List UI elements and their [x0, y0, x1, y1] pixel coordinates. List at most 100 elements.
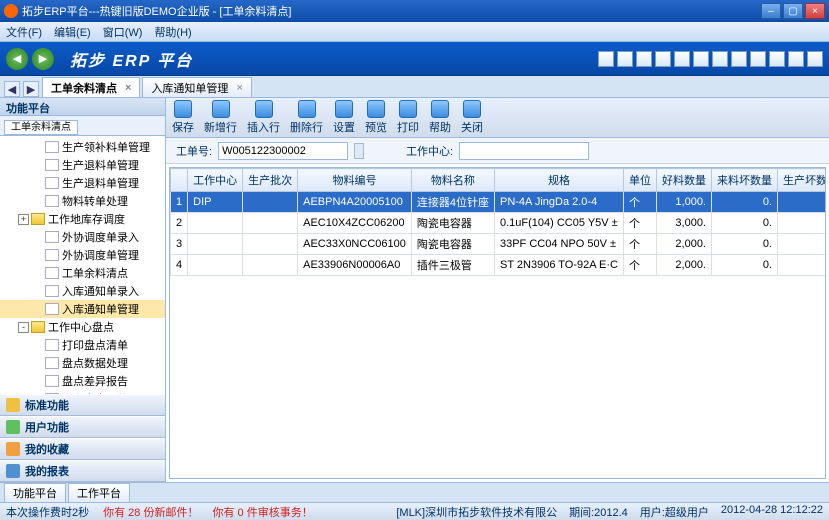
sidebar-section-bar[interactable]: 我的报表 — [0, 460, 165, 482]
status-approve[interactable]: 你有 0 件审核事务！ — [212, 504, 312, 520]
cell[interactable]: 陶瓷电容器 — [411, 234, 494, 255]
maximize-button[interactable]: ▢ — [783, 3, 803, 19]
mini-button[interactable] — [617, 51, 633, 67]
cell[interactable]: 个 — [624, 234, 657, 255]
status-mail[interactable]: 你有 28 份新邮件！ — [103, 504, 198, 520]
tree-item[interactable]: 外协调度单管理 — [0, 246, 165, 264]
cell[interactable]: 2,000. — [657, 234, 712, 255]
tree-item[interactable]: 盘点数据处理 — [0, 354, 165, 372]
sidebar-small-tab[interactable]: 工单余料清点 — [4, 120, 78, 135]
cell[interactable]: 2 — [171, 213, 188, 234]
mini-button[interactable] — [693, 51, 709, 67]
column-header[interactable]: 单位 — [624, 169, 657, 192]
cell[interactable]: 3 — [171, 234, 188, 255]
mini-button[interactable] — [636, 51, 652, 67]
menu-item[interactable]: 窗口(W) — [103, 24, 143, 40]
cell[interactable]: AEC10X4ZCC06200 — [298, 213, 412, 234]
mini-button[interactable] — [788, 51, 804, 67]
tree-item[interactable]: 盘点差异报告 — [0, 372, 165, 390]
column-header[interactable]: 来料坏数量 — [712, 169, 778, 192]
tree-item[interactable]: -工作中心盘点 — [0, 318, 165, 336]
table-row[interactable]: 4AE33906N00006A0插件三极管ST 2N3906 TO-92A E·… — [171, 255, 827, 276]
tree-item[interactable]: 入库通知单录入 — [0, 282, 165, 300]
tree-item[interactable]: 入库通知单管理 — [0, 300, 165, 318]
toolbar-button[interactable]: 插入行 — [247, 100, 280, 135]
toolbar-button[interactable]: 关闭 — [461, 100, 483, 135]
document-tab[interactable]: 工单余料清点× — [42, 77, 140, 97]
nav-back-button[interactable]: ◀ — [6, 48, 28, 70]
cell[interactable] — [188, 255, 243, 276]
cell[interactable]: ST 2N3906 TO-92A E·C — [494, 255, 623, 276]
cell[interactable]: 0. — [712, 213, 778, 234]
toolbar-button[interactable]: 设置 — [333, 100, 355, 135]
cell[interactable]: 个 — [624, 192, 657, 213]
cell[interactable]: 0. — [712, 192, 778, 213]
document-tab[interactable]: 入库通知单管理× — [142, 77, 251, 97]
toolbar-button[interactable]: 保存 — [172, 100, 194, 135]
cell[interactable]: 连接器4位针座 — [411, 192, 494, 213]
cell[interactable] — [243, 234, 298, 255]
cell[interactable]: 1 — [171, 192, 188, 213]
cell[interactable]: 2,000. — [657, 255, 712, 276]
close-button[interactable]: × — [805, 3, 825, 19]
order-input[interactable] — [218, 142, 348, 160]
cell[interactable] — [243, 255, 298, 276]
mini-button[interactable] — [769, 51, 785, 67]
cell[interactable] — [243, 192, 298, 213]
cell[interactable]: 0. — [712, 255, 778, 276]
cell[interactable]: 0.1uF(104) CC05 Y5V ± — [494, 213, 623, 234]
workcenter-input[interactable] — [459, 142, 589, 160]
column-header[interactable]: 物料编号 — [298, 169, 412, 192]
expand-icon[interactable]: - — [18, 322, 29, 333]
column-header[interactable]: 好料数量 — [657, 169, 712, 192]
cell[interactable]: DIP — [188, 192, 243, 213]
mini-button[interactable] — [807, 51, 823, 67]
cell[interactable]: 1,000. — [657, 192, 712, 213]
menu-item[interactable]: 帮助(H) — [154, 24, 191, 40]
menu-item[interactable]: 编辑(E) — [54, 24, 91, 40]
sidebar-section-bar[interactable]: 标准功能 — [0, 394, 165, 416]
cell[interactable]: 0. — [778, 234, 827, 255]
toolbar-button[interactable]: 帮助 — [429, 100, 451, 135]
column-header[interactable]: 工作中心 — [188, 169, 243, 192]
order-lookup-button[interactable] — [354, 143, 364, 159]
column-header[interactable] — [171, 169, 188, 192]
cell[interactable]: 0. — [778, 213, 827, 234]
minimize-button[interactable]: – — [761, 3, 781, 19]
sidebar-section-bar[interactable]: 我的收藏 — [0, 438, 165, 460]
toolbar-button[interactable]: 删除行 — [290, 100, 323, 135]
tab-next-button[interactable]: ▶ — [23, 81, 39, 97]
tab-close-icon[interactable]: × — [236, 82, 242, 94]
sidebar-section-bar[interactable]: 用户功能 — [0, 416, 165, 438]
cell[interactable]: AE33906N00006A0 — [298, 255, 412, 276]
cell[interactable]: 0. — [712, 234, 778, 255]
toolbar-button[interactable]: 打印 — [397, 100, 419, 135]
table-row[interactable]: 3AEC33X0NCC06100陶瓷电容器33PF CC04 NPO 50V ±… — [171, 234, 827, 255]
cell[interactable]: 个 — [624, 255, 657, 276]
cell[interactable]: 33PF CC04 NPO 50V ± — [494, 234, 623, 255]
cell[interactable]: 个 — [624, 213, 657, 234]
cell[interactable]: 插件三极管 — [411, 255, 494, 276]
column-header[interactable]: 物料名称 — [411, 169, 494, 192]
expand-icon[interactable]: + — [18, 214, 29, 225]
tree-item[interactable]: +工作地库存调度 — [0, 210, 165, 228]
menu-item[interactable]: 文件(F) — [6, 24, 42, 40]
table-row[interactable]: 2 AEC10X4ZCC06200陶瓷电容器0.1uF(104) CC05 Y5V… — [171, 213, 827, 234]
tree-item[interactable]: 物料转单处理 — [0, 192, 165, 210]
toolbar-button[interactable]: 新增行 — [204, 100, 237, 135]
mini-button[interactable] — [712, 51, 728, 67]
cell[interactable] — [243, 213, 298, 234]
column-header[interactable]: 生产坏数量 — [778, 169, 827, 192]
mini-button[interactable] — [674, 51, 690, 67]
cell[interactable]: 陶瓷电容器 — [411, 213, 494, 234]
mini-button[interactable] — [598, 51, 614, 67]
tree-item[interactable]: 生产退料单管理 — [0, 156, 165, 174]
mini-button[interactable] — [655, 51, 671, 67]
cell[interactable] — [188, 213, 243, 234]
tree-item[interactable]: 生产退料单管理 — [0, 174, 165, 192]
cell[interactable]: 0. — [778, 192, 827, 213]
nav-forward-button[interactable]: ▶ — [32, 48, 54, 70]
table-row[interactable]: 1DIPAEBPN4A20005100连接器4位针座PN-4A JingDa 2… — [171, 192, 827, 213]
cell[interactable]: PN-4A JingDa 2.0-4 — [494, 192, 623, 213]
column-header[interactable]: 生产批次 — [243, 169, 298, 192]
